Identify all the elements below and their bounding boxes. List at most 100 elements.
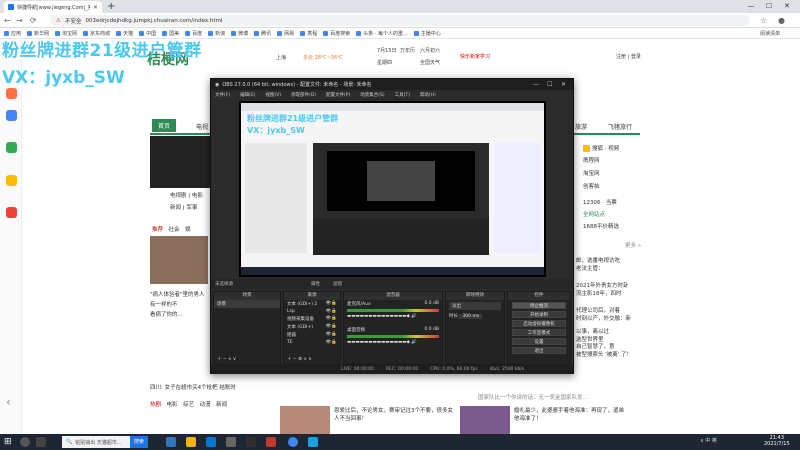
address-input[interactable]: ⚠ 不安全 003edrjcdejhdkg.jumpkj.chuairan.co… [50,15,750,26]
source-item[interactable]: 文本 (GDI+) 2 👁🔒 [284,300,340,308]
right-link[interactable]: 12306 · 当票 [583,198,617,206]
visibility-icon[interactable]: 👁🔒 [326,340,337,345]
app-icon[interactable] [308,437,318,447]
sub-tabs[interactable]: 推荐 社会 娱 [152,225,191,233]
scene-item[interactable]: 场景 [214,300,280,308]
minimize-icon[interactable]: — [744,0,758,12]
news-headline[interactable]: 恩爱比后，不论男女，赛审记过3个不要，很多女人不当回事！ [334,408,454,423]
new-tab-icon[interactable]: + [107,1,115,12]
bookmark-item[interactable]: 主播中心 [413,30,441,37]
obs-close-icon[interactable]: ✕ [561,79,566,90]
app-icon[interactable] [226,437,236,447]
right-news-list[interactable]: 邮，选番电视访吃 老法主管： 2021年外贵女方时卦 流主影18年，四时 代理公司后，对… [576,258,632,359]
obs-minimize-icon[interactable]: — [533,79,539,90]
taskbar-search-button[interactable]: 搜索 [130,436,148,448]
obs-menu-item[interactable]: 场景集合(S) [360,92,384,98]
sidebar-app-icon[interactable] [6,207,17,218]
news-headline[interactable]: 看病了你的... [150,310,183,318]
right-link[interactable]: 淘宝网 [583,169,600,177]
clock[interactable]: 21:43 2021/7/15 [764,435,790,447]
visibility-icon[interactable]: 👁🔒 [326,309,337,314]
news-headline[interactable]: 四川: 女子在超市买4个枇杷 结账时 [150,383,236,391]
game-banner-image[interactable] [150,136,210,188]
calendar-link[interactable]: 万年历 [400,47,415,54]
maximize-icon[interactable]: ☐ [762,0,776,12]
news-thumb[interactable] [280,406,330,434]
source-toolbar[interactable]: ＋ − ⚙ ∧ ∨ [284,355,315,363]
star-icon[interactable]: ☆ [760,16,767,25]
taskview-icon[interactable] [36,437,46,447]
login-link[interactable]: 注册 | 登录 [616,53,641,60]
source-item[interactable]: TE 👁🔒 [284,339,340,346]
tab-close-icon[interactable]: ✕ [93,4,98,11]
news-thumb[interactable] [460,406,510,434]
bookmark-item[interactable]: 腾讯 [254,30,271,37]
edge-icon[interactable] [166,437,176,447]
chrome-icon[interactable] [288,437,298,447]
control-button[interactable]: 设置 [512,338,566,345]
nav-tab-travel[interactable]: 旅游 [575,122,587,131]
notice[interactable]: 快乐新家学习 [460,53,490,60]
reload-icon[interactable]: ⟳ [30,16,37,25]
obs-preview[interactable]: 粉丝牌进群21级进户管群 VX：jyxb_SW [239,101,546,277]
source-item[interactable]: 文本 (GDI+) 👁🔒 [284,323,340,331]
system-tray[interactable]: ∧ 中 英 [700,437,717,444]
forward-icon[interactable]: → [16,16,23,25]
visibility-icon[interactable]: 👁🔒 [326,332,337,337]
source-item[interactable]: 摇器 👁🔒 [284,331,340,339]
close-icon[interactable]: ✕ [780,0,794,12]
bookmark-item[interactable]: 新浪 [208,30,225,37]
scene-toolbar[interactable]: ＋ − ∧ ∨ [214,355,239,363]
bookmark-item[interactable]: 百度搜索 [323,30,350,37]
obs-menu-item[interactable]: 编辑(E) [240,92,255,98]
weather-link[interactable]: 全国天气 [420,59,440,66]
news-headline[interactable]: 国家队比一个你讲的话：无一奖金国家队发... [478,395,588,403]
scroll-left-icon[interactable]: ‹ [6,395,11,409]
right-link[interactable]: 创客帖 [583,182,600,190]
obs-menu-item[interactable]: 帮助(H) [420,92,436,98]
obs-taskbar-icon[interactable] [246,437,256,447]
explorer-icon[interactable] [186,437,196,447]
bottom-tabs[interactable]: 热剧 电影 综艺 动漫 新闻 [150,400,227,408]
profile-icon[interactable]: ● [778,16,785,25]
sidebar-app-icon[interactable] [6,175,17,186]
news-headline[interactable]: "病人体验者"里的男人 [150,290,205,298]
right-link[interactable]: 携程网 [583,156,600,164]
sidebar-app-icon[interactable] [6,142,17,153]
bookmark-item[interactable]: 携程 [300,30,317,37]
store-icon[interactable] [206,437,216,447]
reading-list[interactable]: 阅读清单 [760,30,780,37]
control-button[interactable]: 启动虚拟摄像机 [512,320,566,327]
visibility-icon[interactable]: 👁🔒 [326,324,337,329]
sidebar-app-icon[interactable] [6,110,17,121]
cortana-icon[interactable] [20,437,30,447]
nav-tab-fliggy[interactable]: 飞猪旅行 [608,122,632,131]
control-button[interactable]: 工作室模式 [512,329,566,336]
obs-menu-item[interactable]: 停靠部件(D) [291,92,316,98]
source-item[interactable]: 视频采集设备 👁🔒 [284,315,340,323]
bookmark-item[interactable]: 网易 [277,30,294,37]
transition-select[interactable]: 淡出 [449,302,501,310]
control-button[interactable]: 退出 [512,347,566,354]
control-button[interactable]: 开始录制 [512,311,566,318]
right-link[interactable]: 全网站点 [583,210,605,218]
duration-row[interactable]: 时长 300 ms [446,312,504,320]
nav-tab-home[interactable]: 首页 [152,119,177,132]
properties-button[interactable]: 属性 [311,281,320,287]
control-button[interactable]: 停止推流 [512,302,566,309]
visibility-icon[interactable]: 👁🔒 [326,316,337,321]
right-link[interactable]: 1688平价精选 [583,222,619,230]
right-link[interactable]: 搜狐 · 视频 [583,144,619,152]
hot-link[interactable]: 新闻 | 军事 [170,203,197,211]
bookmark-item[interactable]: 头条 · 每个人的重... [356,30,408,37]
source-item[interactable]: Lsp 👁🔒 [284,308,340,315]
obs-menu-item[interactable]: 配置文件(P) [326,92,350,98]
news-image[interactable] [150,236,208,284]
obs-menu-item[interactable]: 视图(V) [265,92,281,98]
hot-link[interactable]: 电视剧 | 电影 [170,191,203,199]
sidebar-app-icon[interactable] [6,88,17,99]
more-link[interactable]: 更多 » [625,241,641,249]
obs-menu-item[interactable]: 文件(F) [215,92,230,98]
obs-menu-item[interactable]: 工具(T) [395,92,410,98]
volume-slider[interactable]: ▬▬▬▬▬▬▬▬▬▬▬▬▬▬◆ 🔊 [344,313,442,320]
